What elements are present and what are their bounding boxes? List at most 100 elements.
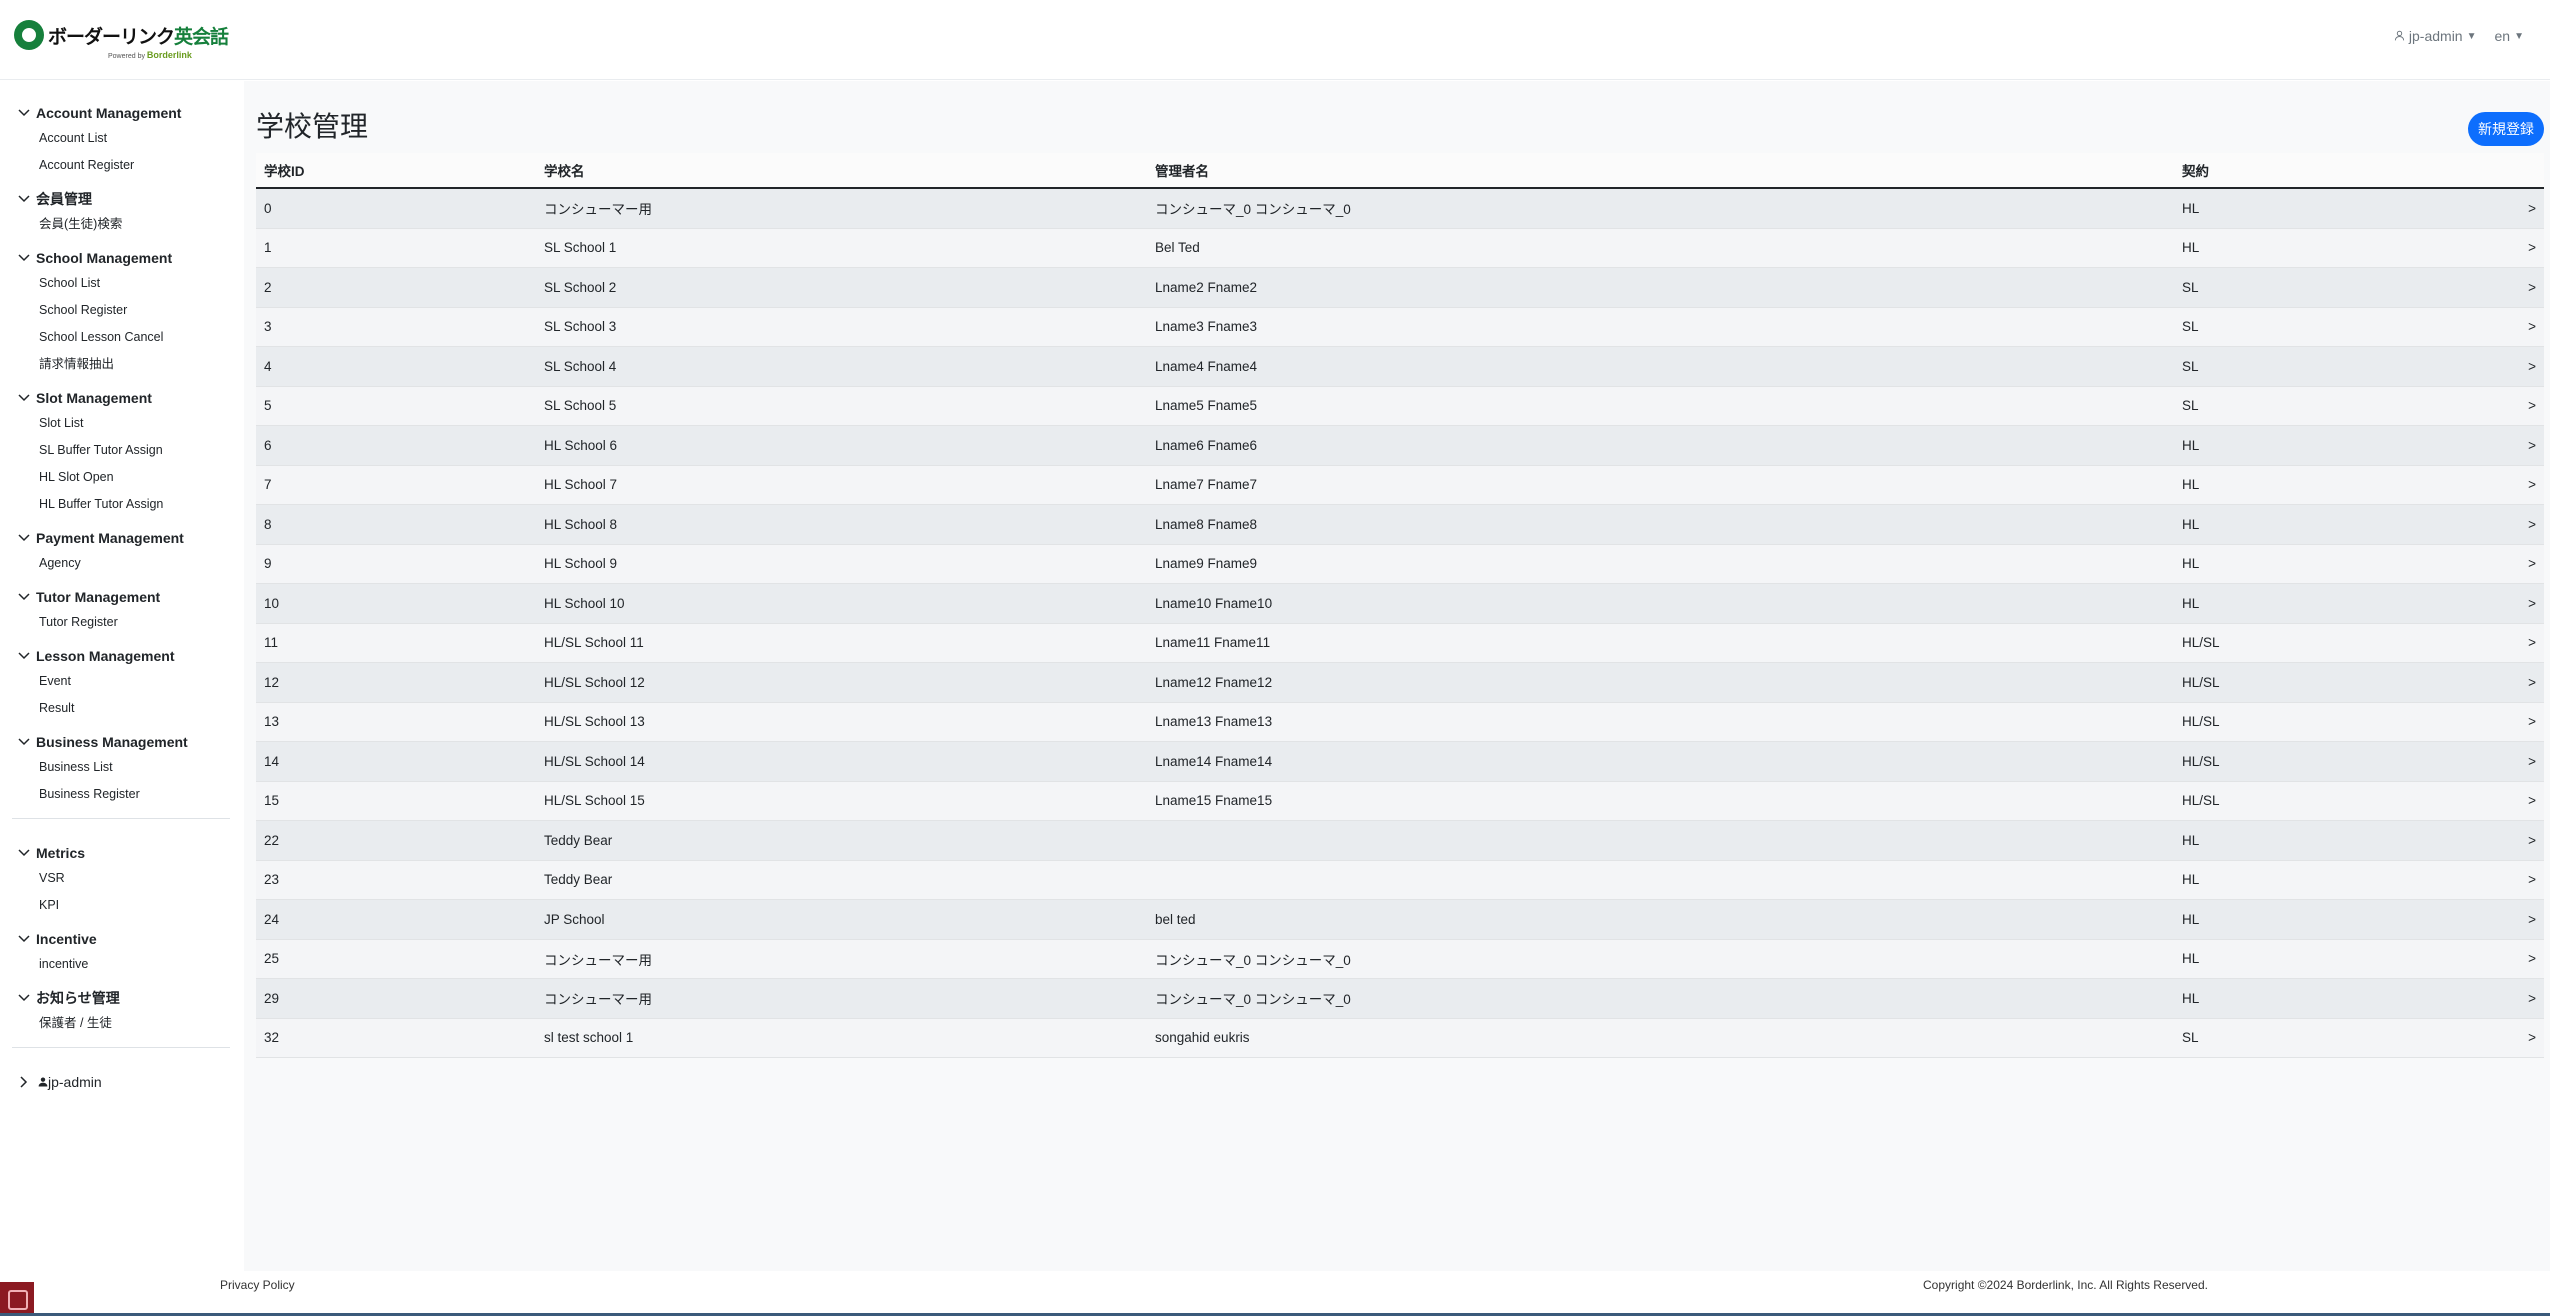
- table-row[interactable]: 23 Teddy Bear HL >: [256, 860, 2544, 900]
- table-row[interactable]: 4 SL School 4 Lname4 Fname4 SL >: [256, 346, 2544, 387]
- sidebar-user-menu[interactable]: jp-admin: [0, 1070, 244, 1094]
- sidebar-item[interactable]: Result: [0, 695, 244, 722]
- cell-school-id: 4: [256, 346, 536, 387]
- sidebar-item[interactable]: KPI: [0, 892, 244, 919]
- cell-admin-name: Lname15 Fname15: [1147, 781, 2174, 821]
- sidebar-item[interactable]: 保護者 / 生徒: [0, 1010, 244, 1037]
- cell-contract: HL: [2174, 228, 2520, 268]
- table-header-row: 学校ID 学校名 管理者名 契約: [256, 153, 2544, 189]
- table-row[interactable]: 15 HL/SL School 15 Lname15 Fname15 HL/SL >: [256, 781, 2544, 821]
- sidebar-item[interactable]: School Lesson Cancel: [0, 324, 244, 351]
- row-arrow-icon[interactable]: >: [2520, 623, 2544, 663]
- caret-down-icon: ▼: [2466, 30, 2477, 42]
- sidebar-item[interactable]: incentive: [0, 951, 244, 978]
- app-badge-icon[interactable]: [0, 1282, 34, 1316]
- sidebar-section-header[interactable]: Account Management: [0, 101, 244, 125]
- sidebar-item[interactable]: Tutor Register: [0, 609, 244, 636]
- table-row[interactable]: 24 JP School bel ted HL >: [256, 899, 2544, 940]
- sidebar-item[interactable]: Event: [0, 668, 244, 695]
- table-row[interactable]: 11 HL/SL School 11 Lname11 Fname11 HL/SL >: [256, 623, 2544, 663]
- sidebar-item[interactable]: VSR: [0, 865, 244, 892]
- cell-school-name: HL School 7: [536, 465, 1147, 505]
- sidebar-section-header[interactable]: Incentive: [0, 927, 244, 951]
- sidebar-item[interactable]: SL Buffer Tutor Assign: [0, 437, 244, 464]
- table-row[interactable]: 22 Teddy Bear HL >: [256, 820, 2544, 861]
- row-arrow-icon[interactable]: >: [2520, 386, 2544, 426]
- row-arrow-icon[interactable]: >: [2520, 228, 2544, 268]
- cell-school-id: 2: [256, 267, 536, 308]
- table-row[interactable]: 6 HL School 6 Lname6 Fname6 HL >: [256, 425, 2544, 466]
- table-row[interactable]: 29 コンシューマー用 コンシューマ_0 コンシューマ_0 HL >: [256, 978, 2544, 1019]
- table-row[interactable]: 0 コンシューマー用 コンシューマ_0 コンシューマ_0 HL >: [256, 188, 2544, 229]
- row-arrow-icon[interactable]: >: [2520, 702, 2544, 742]
- table-row[interactable]: 25 コンシューマー用 コンシューマ_0 コンシューマ_0 HL >: [256, 939, 2544, 979]
- cell-school-name: HL/SL School 12: [536, 662, 1147, 703]
- cell-school-id: 0: [256, 188, 536, 229]
- table-row[interactable]: 10 HL School 10 Lname10 Fname10 HL >: [256, 583, 2544, 624]
- sidebar-section-header[interactable]: Business Management: [0, 730, 244, 754]
- table-row[interactable]: 7 HL School 7 Lname7 Fname7 HL >: [256, 465, 2544, 505]
- sidebar-section-header[interactable]: School Management: [0, 246, 244, 270]
- table-row[interactable]: 2 SL School 2 Lname2 Fname2 SL >: [256, 267, 2544, 308]
- row-arrow-icon[interactable]: >: [2520, 1018, 2544, 1058]
- table-row[interactable]: 8 HL School 8 Lname8 Fname8 HL >: [256, 504, 2544, 545]
- sidebar-item[interactable]: School Register: [0, 297, 244, 324]
- row-arrow-icon[interactable]: >: [2520, 583, 2544, 624]
- table-row[interactable]: 9 HL School 9 Lname9 Fname9 HL >: [256, 544, 2544, 584]
- cell-school-name: HL School 6: [536, 425, 1147, 466]
- row-arrow-icon[interactable]: >: [2520, 939, 2544, 979]
- row-arrow-icon[interactable]: >: [2520, 267, 2544, 308]
- row-arrow-icon[interactable]: >: [2520, 425, 2544, 466]
- table-row[interactable]: 1 SL School 1 Bel Ted HL >: [256, 228, 2544, 268]
- row-arrow-icon[interactable]: >: [2520, 978, 2544, 1019]
- sidebar-item[interactable]: School List: [0, 270, 244, 297]
- sidebar-section: 会員管理 会員(生徒)検索: [0, 187, 244, 238]
- row-arrow-icon[interactable]: >: [2520, 544, 2544, 584]
- cell-school-name: SL School 3: [536, 307, 1147, 347]
- privacy-policy-link[interactable]: Privacy Policy: [220, 1278, 295, 1292]
- sidebar-section-header[interactable]: Metrics: [0, 841, 244, 865]
- table-row[interactable]: 12 HL/SL School 12 Lname12 Fname12 HL/SL >: [256, 662, 2544, 703]
- sidebar-section-header[interactable]: お知らせ管理: [0, 986, 244, 1010]
- sidebar-section-header[interactable]: Tutor Management: [0, 585, 244, 609]
- row-arrow-icon[interactable]: >: [2520, 899, 2544, 940]
- sidebar-item[interactable]: Agency: [0, 550, 244, 577]
- sidebar-item[interactable]: Business Register: [0, 781, 244, 808]
- sidebar-item[interactable]: 請求情報抽出: [0, 351, 244, 378]
- table-row[interactable]: 32 sl test school 1 songahid eukris SL >: [256, 1018, 2544, 1058]
- sidebar-section-header[interactable]: 会員管理: [0, 187, 244, 211]
- sidebar-item[interactable]: HL Slot Open: [0, 464, 244, 491]
- row-arrow-icon[interactable]: >: [2520, 307, 2544, 347]
- table-row[interactable]: 3 SL School 3 Lname3 Fname3 SL >: [256, 307, 2544, 347]
- table-row[interactable]: 14 HL/SL School 14 Lname14 Fname14 HL/SL >: [256, 741, 2544, 782]
- cell-school-id: 22: [256, 820, 536, 861]
- sidebar-item[interactable]: Account Register: [0, 152, 244, 179]
- row-arrow-icon[interactable]: >: [2520, 188, 2544, 229]
- cell-admin-name: Lname3 Fname3: [1147, 307, 2174, 347]
- sidebar-item[interactable]: HL Buffer Tutor Assign: [0, 491, 244, 518]
- cell-contract: HL/SL: [2174, 623, 2520, 663]
- row-arrow-icon[interactable]: >: [2520, 465, 2544, 505]
- row-arrow-icon[interactable]: >: [2520, 860, 2544, 900]
- row-arrow-icon[interactable]: >: [2520, 662, 2544, 703]
- sidebar-section-header[interactable]: Lesson Management: [0, 644, 244, 668]
- sidebar-item[interactable]: Account List: [0, 125, 244, 152]
- user-icon: [2394, 28, 2405, 44]
- sidebar-section-header[interactable]: Payment Management: [0, 526, 244, 550]
- sidebar-item[interactable]: Business List: [0, 754, 244, 781]
- row-arrow-icon[interactable]: >: [2520, 741, 2544, 782]
- cell-school-name: HL/SL School 15: [536, 781, 1147, 821]
- user-menu[interactable]: jp-admin ▼: [2394, 28, 2477, 44]
- sidebar-section-header[interactable]: Slot Management: [0, 386, 244, 410]
- table-row[interactable]: 13 HL/SL School 13 Lname13 Fname13 HL/SL >: [256, 702, 2544, 742]
- row-arrow-icon[interactable]: >: [2520, 346, 2544, 387]
- sidebar-item[interactable]: Slot List: [0, 410, 244, 437]
- row-arrow-icon[interactable]: >: [2520, 504, 2544, 545]
- table-row[interactable]: 5 SL School 5 Lname5 Fname5 SL >: [256, 386, 2544, 426]
- row-arrow-icon[interactable]: >: [2520, 781, 2544, 821]
- new-register-button[interactable]: 新規登録: [2468, 112, 2544, 146]
- language-menu[interactable]: en ▼: [2495, 28, 2524, 44]
- row-arrow-icon[interactable]: >: [2520, 820, 2544, 861]
- cell-school-id: 29: [256, 978, 536, 1019]
- sidebar-item[interactable]: 会員(生徒)検索: [0, 211, 244, 238]
